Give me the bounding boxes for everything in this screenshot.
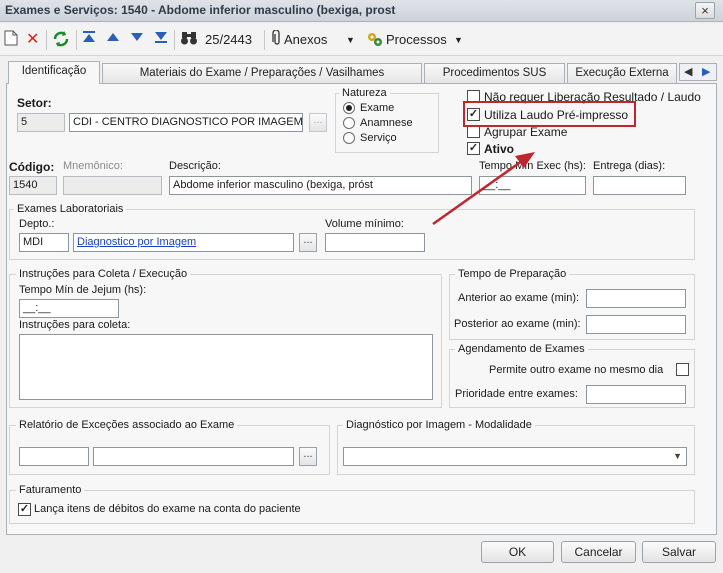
annotation-arrow xyxy=(432,152,535,226)
tab-identificacao[interactable]: Identificação xyxy=(8,61,100,84)
